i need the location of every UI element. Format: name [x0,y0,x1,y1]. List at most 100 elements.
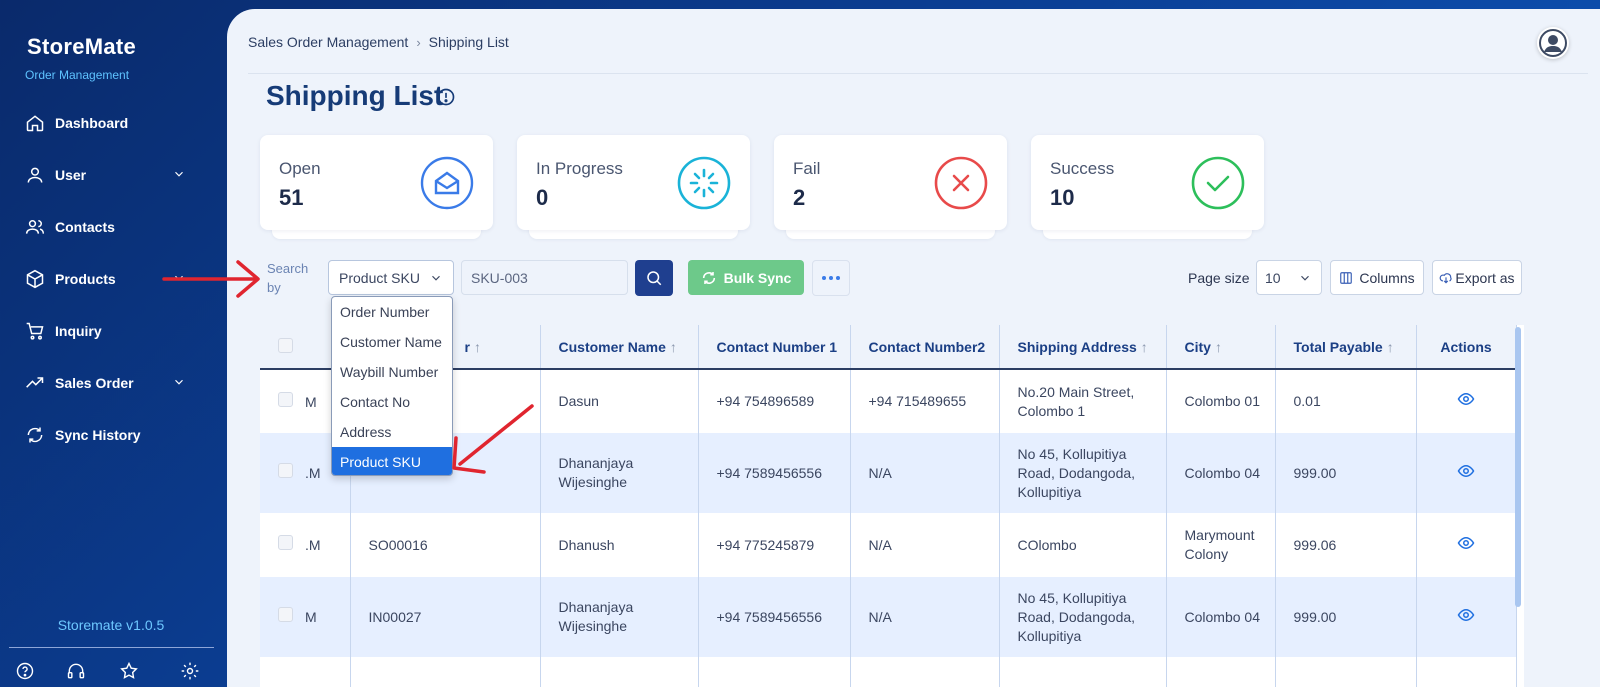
more-dots-icon [822,276,840,280]
table-row[interactable] [260,657,1517,687]
more-options-button[interactable] [812,260,850,296]
cell-contact2: +94 715489655 [850,369,1000,433]
column-header-total[interactable]: Total Payable ↑ [1275,325,1417,370]
row-checkbox[interactable] [278,463,293,478]
check-circle-icon [1191,156,1245,210]
cell-order [350,657,541,687]
sort-arrow-icon[interactable]: ↑ [1215,339,1222,355]
help-icon[interactable] [15,661,35,681]
cell-address: No 45, Kollupitiya Road, Dodangoda, Koll… [999,433,1167,513]
select-all-checkbox[interactable] [278,337,293,353]
cell-contact1 [698,657,851,687]
export-label: Export as [1455,269,1515,286]
cell-customer: Dhananjaya Wijesinghe [540,433,699,513]
column-header-label: Contact Number 1 [716,338,838,355]
sync-icon [702,271,715,284]
status-card-in-progress[interactable]: In Progress 0 [517,135,750,230]
annotation-arrow-icon [452,404,534,474]
search-by-select[interactable]: Product SKU [328,260,454,295]
cloud-download-icon [1440,272,1453,283]
sidebar-item-label: Contacts [55,219,115,235]
sort-arrow-icon[interactable]: ↑ [1141,339,1148,355]
row-checkbox[interactable] [278,391,293,407]
table-row[interactable]: M IN00027 Dhananjaya Wijesinghe +94 7589… [260,577,1517,657]
sidebar-item-user[interactable]: User [0,149,226,201]
sort-arrow-icon[interactable]: ↑ [1387,339,1394,355]
row-checkbox[interactable] [278,607,293,622]
search-input[interactable] [461,260,628,295]
page-size-select[interactable]: 10 [1256,260,1322,295]
breadcrumb-separator: › [416,34,421,50]
brand-subtitle: Order Management [25,68,130,82]
sidebar-footer [0,661,222,683]
row-prefix: M [305,393,317,410]
column-header-customer[interactable]: Customer Name ↑ [540,325,699,370]
search-button[interactable] [635,260,673,296]
gear-icon[interactable] [180,661,200,681]
cell-contact1: +94 754896589 [698,369,851,433]
cell-contact1: +94 775245879 [698,513,851,577]
column-header-label: Shipping Address [1017,338,1137,355]
envelope-open-icon [420,156,474,210]
sidebar-item-contacts[interactable]: Contacts [0,201,226,253]
card-label: Success [1050,159,1115,178]
sidebar-item-sales-order[interactable]: Sales Order [0,357,226,409]
sort-arrow-icon[interactable]: ↑ [474,339,481,355]
column-header-city[interactable]: City ↑ [1166,325,1276,370]
cell-contact1: +94 7589456556 [698,577,851,657]
brand-logo: StoreMate [27,34,137,59]
breadcrumb-current: Shipping List [428,34,509,50]
bulk-sync-button[interactable]: Bulk Sync [688,260,804,295]
sidebar-item-label: Products [55,271,116,287]
table-row[interactable]: .M SO00016 Dhanush +94 775245879 N/A COl… [260,513,1517,577]
cell-contact2 [850,657,1000,687]
cell-contact2: N/A [850,433,1000,513]
dropdown-option-order-number[interactable]: Order Number [332,297,452,327]
table-scrollbar[interactable] [1515,327,1521,607]
breadcrumb: Sales Order Management › Shipping List [248,34,509,50]
eye-icon[interactable] [1457,606,1475,624]
export-button[interactable]: Export as [1432,260,1522,295]
eye-icon[interactable] [1457,390,1475,408]
dropdown-option-address[interactable]: Address [332,417,452,447]
star-icon[interactable] [119,661,139,681]
breadcrumb-parent[interactable]: Sales Order Management [248,34,408,50]
sidebar-item-dashboard[interactable]: Dashboard [0,97,226,149]
sort-arrow-icon[interactable]: ↑ [670,339,677,355]
status-card-fail[interactable]: Fail 2 [774,135,1007,230]
cell-address: COlombo [999,513,1167,577]
cell-order: IN00027 [350,577,541,657]
sidebar-item-sync-history[interactable]: Sync History [0,409,226,461]
column-header-contact2[interactable]: Contact Number2 [850,325,1000,370]
columns-button[interactable]: Columns [1330,260,1424,295]
sync-icon [25,425,45,445]
chevron-down-icon [1301,275,1309,281]
x-circle-icon [934,156,988,210]
sidebar-item-inquiry[interactable]: Inquiry [0,305,226,357]
dropdown-option-customer-name[interactable]: Customer Name [332,327,452,357]
status-card-open[interactable]: Open 51 [260,135,493,230]
eye-icon[interactable] [1457,462,1475,480]
page-title: Shipping List [266,80,444,111]
cell-total: 999.06 [1275,513,1417,577]
dropdown-option-contact-no[interactable]: Contact No [332,387,452,417]
cell-address [999,657,1167,687]
cell-city [1166,657,1276,687]
home-icon [25,113,45,133]
eye-icon[interactable] [1457,534,1475,552]
row-checkbox[interactable] [278,535,293,550]
info-icon[interactable] [436,87,456,107]
column-header-contact1[interactable]: Contact Number 1 [698,325,851,370]
sidebar-item-label: Sync History [55,427,141,443]
cell-total: 0.01 [1275,369,1417,433]
headset-icon[interactable] [66,661,86,681]
sidebar: StoreMate Order Management Dashboard Use… [0,0,226,687]
column-header-label: Total Payable [1293,338,1383,355]
dropdown-option-waybill-number[interactable]: Waybill Number [332,357,452,387]
status-card-success[interactable]: Success 10 [1031,135,1264,230]
card-value: 2 [793,185,806,210]
avatar[interactable] [1537,27,1569,59]
column-header-address[interactable]: Shipping Address ↑ [999,325,1167,370]
header-divider [248,73,1588,74]
dropdown-option-product-sku[interactable]: Product SKU [332,447,452,475]
